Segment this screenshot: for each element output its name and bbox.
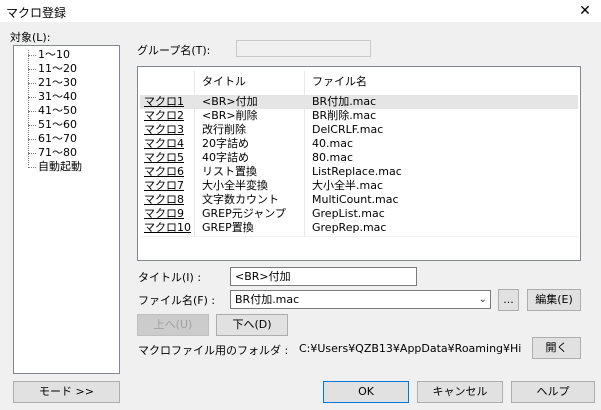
- edit-button[interactable]: 編集(E): [527, 289, 581, 311]
- macro-title: 改行削除: [202, 123, 246, 136]
- tree-item[interactable]: 1〜10: [14, 48, 70, 62]
- table-row[interactable]: マクロ4 20字詰め 40.mac: [140, 137, 578, 151]
- macro-title: 大小全半変換: [202, 179, 268, 192]
- table-row[interactable]: マクロ2 <BR>削除 BR削除.mac: [140, 109, 578, 123]
- tree-item[interactable]: 41〜50: [14, 104, 77, 118]
- macro-file: BR付加.mac: [312, 95, 377, 108]
- macro-title: 文字数カウント: [202, 193, 279, 206]
- macro-id: マクロ2: [144, 109, 184, 122]
- table-row[interactable]: マクロ5 40字詰め 80.mac: [140, 151, 578, 165]
- macro-file: ListReplace.mac: [312, 165, 402, 178]
- file-name-value: BR付加.mac: [235, 293, 300, 306]
- table-row[interactable]: マクロ6 リスト置換 ListReplace.mac: [140, 165, 578, 179]
- macro-title: <BR>付加: [202, 95, 258, 108]
- table-row[interactable]: マクロ8 文字数カウント MultiCount.mac: [140, 193, 578, 207]
- macro-file: DelCRLF.mac: [312, 123, 384, 136]
- tree-item[interactable]: 71〜80: [14, 146, 77, 160]
- move-up-button[interactable]: 上へ(U): [137, 314, 209, 336]
- group-name-field[interactable]: [236, 40, 371, 57]
- macro-file: MultiCount.mac: [312, 193, 399, 206]
- tree-item[interactable]: 自動起動: [14, 160, 82, 174]
- macro-title: 40字詰め: [202, 151, 249, 164]
- browse-button[interactable]: ...: [498, 289, 519, 311]
- macro-id: マクロ1: [144, 95, 184, 108]
- tree-item[interactable]: 11〜20: [14, 62, 77, 76]
- macro-title: 20字詰め: [202, 137, 249, 150]
- target-label: 対象(L):: [10, 31, 51, 44]
- macro-file: GrepRep.mac: [312, 221, 387, 234]
- tree-item[interactable]: 21〜30: [14, 76, 77, 90]
- macro-id: マクロ7: [144, 179, 184, 192]
- target-tree[interactable]: 1〜10 11〜20 21〜30 31〜40 41〜50 51〜60 61〜70…: [13, 45, 120, 374]
- table-row[interactable]: マクロ10 GREP置換 GrepRep.mac: [140, 221, 578, 235]
- macro-id: マクロ3: [144, 123, 184, 136]
- tree-item-label: 1〜10: [38, 48, 70, 61]
- folder-path: C:¥Users¥QZB13¥AppData¥Roaming¥Hidem: [299, 342, 521, 355]
- tree-item-label: 自動起動: [38, 160, 82, 173]
- title-input[interactable]: <BR>付加: [230, 267, 417, 286]
- tree-item-label: 71〜80: [38, 146, 77, 159]
- macro-list[interactable]: タイトル ファイル名 マクロ1 <BR>付加 BR付加.mac マクロ2 <BR…: [137, 66, 581, 261]
- tree-item-label: 61〜70: [38, 132, 77, 145]
- macro-id: マクロ9: [144, 207, 184, 220]
- title-label: タイトル(I) :: [138, 271, 202, 284]
- title-bar: [0, 0, 601, 22]
- macro-id: マクロ6: [144, 165, 184, 178]
- tree-item-label: 41〜50: [38, 104, 77, 117]
- macro-file: 大小全半.mac: [312, 179, 384, 192]
- tree-item-label: 21〜30: [38, 76, 77, 89]
- column-header-file[interactable]: ファイル名: [312, 71, 367, 93]
- tree-item[interactable]: 51〜60: [14, 118, 77, 132]
- macro-file: 40.mac: [312, 137, 353, 150]
- macro-title: GREP置換: [202, 221, 254, 234]
- table-row[interactable]: マクロ9 GREP元ジャンプ GrepList.mac: [140, 207, 578, 221]
- file-name-label: ファイル名(F) :: [138, 294, 216, 307]
- open-button[interactable]: 開く: [532, 337, 581, 359]
- mode-button[interactable]: モード >>: [13, 381, 120, 403]
- macro-file: BR削除.mac: [312, 109, 377, 122]
- macro-id: マクロ5: [144, 151, 184, 164]
- macro-id: マクロ4: [144, 137, 184, 150]
- file-name-combo[interactable]: BR付加.mac ⌄: [230, 290, 491, 309]
- tree-item-label: 31〜40: [38, 90, 77, 103]
- macro-file: 80.mac: [312, 151, 353, 164]
- tree-item-label: 11〜20: [38, 62, 77, 75]
- tree-item[interactable]: 61〜70: [14, 132, 77, 146]
- cancel-button[interactable]: キャンセル: [417, 381, 503, 403]
- macro-id: マクロ10: [144, 221, 191, 234]
- window-title: マクロ登録: [6, 6, 67, 20]
- table-row[interactable]: マクロ3 改行削除 DelCRLF.mac: [140, 123, 578, 137]
- macro-title: GREP元ジャンプ: [202, 207, 286, 220]
- move-down-button[interactable]: 下へ(D): [216, 314, 288, 336]
- tree-item-label: 51〜60: [38, 118, 77, 131]
- tree-item[interactable]: 31〜40: [14, 90, 77, 104]
- table-row[interactable]: マクロ1 <BR>付加 BR付加.mac: [140, 95, 578, 109]
- column-header-title[interactable]: タイトル: [202, 71, 246, 93]
- macro-id: マクロ8: [144, 193, 184, 206]
- macro-title: リスト置換: [202, 165, 257, 178]
- row-divider: [140, 236, 578, 237]
- macro-file: GrepList.mac: [312, 207, 385, 220]
- close-icon[interactable]: ✕: [575, 1, 595, 21]
- table-row[interactable]: マクロ7 大小全半変換 大小全半.mac: [140, 179, 578, 193]
- folder-label: マクロファイル用のフォルダ :: [138, 344, 289, 357]
- ok-button[interactable]: OK: [323, 381, 409, 403]
- chevron-down-icon[interactable]: ⌄: [479, 291, 487, 308]
- group-name-label: グループ名(T):: [137, 44, 211, 57]
- macro-title: <BR>削除: [202, 109, 258, 122]
- help-button[interactable]: ヘルプ: [511, 381, 595, 403]
